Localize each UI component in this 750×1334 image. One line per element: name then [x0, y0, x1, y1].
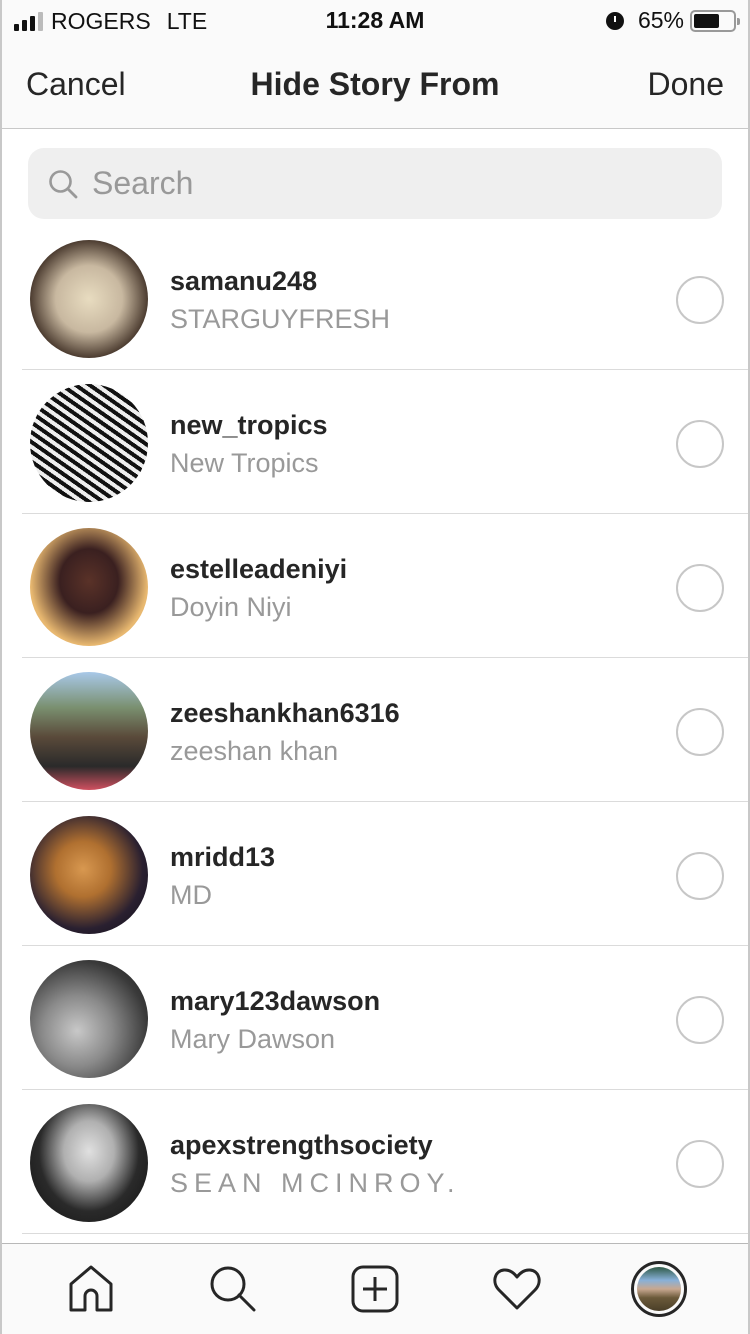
select-radio[interactable] [676, 564, 724, 612]
list-item[interactable]: samanu248 STARGUYFRESH [2, 226, 748, 370]
battery-percent: 65% [637, 7, 684, 33]
select-radio[interactable] [676, 996, 724, 1044]
username: mridd13 [170, 842, 276, 872]
done-button[interactable]: Done [648, 66, 725, 103]
search-icon [210, 1266, 256, 1312]
list-item[interactable]: mary123dawson Mary Dawson [2, 946, 748, 1090]
list-item[interactable]: new_tropics New Tropics [2, 370, 748, 514]
alarm-icon [605, 11, 624, 30]
search-input[interactable] [92, 165, 592, 202]
search-icon [49, 169, 78, 198]
username: zeeshankhan6316 [170, 698, 400, 728]
avatar [30, 240, 148, 358]
tab-new-post[interactable] [345, 1259, 405, 1319]
full-name: SEAN MCINROY. [170, 1168, 461, 1198]
full-name: Doyin Niyi [170, 592, 292, 622]
add-post-icon [351, 1265, 399, 1313]
avatar [30, 672, 148, 790]
avatar [30, 384, 148, 502]
avatar [30, 1104, 148, 1222]
tab-bar [2, 1243, 748, 1334]
page-title: Hide Story From [250, 66, 500, 102]
tab-activity[interactable] [487, 1259, 547, 1319]
username: samanu248 [170, 266, 318, 296]
list-item[interactable]: mridd13 MD [2, 802, 748, 946]
username: new_tropics [170, 410, 328, 440]
list-item[interactable]: estelleadeniyi Doyin Niyi [2, 514, 748, 658]
tab-profile[interactable] [629, 1259, 689, 1319]
avatar [30, 528, 148, 646]
select-radio[interactable] [676, 852, 724, 900]
full-name: Mary Dawson [170, 1024, 336, 1054]
nav-bar: Cancel Hide Story From Done [2, 40, 748, 129]
home-icon [69, 1265, 113, 1312]
list-item[interactable]: apexstrengthsociety SEAN MCINROY. [2, 1090, 748, 1234]
profile-avatar [631, 1261, 687, 1317]
select-radio[interactable] [676, 708, 724, 756]
tab-home[interactable] [61, 1259, 121, 1319]
battery-icon [690, 9, 740, 32]
full-name: zeeshan khan [170, 736, 339, 766]
username: estelleadeniyi [170, 554, 348, 584]
avatar [30, 816, 148, 934]
select-radio[interactable] [676, 276, 724, 324]
full-name: STARGUYFRESH [170, 304, 391, 334]
full-name: New Tropics [170, 448, 319, 478]
full-name: MD [170, 880, 212, 910]
search-bar[interactable] [28, 148, 722, 219]
select-radio[interactable] [676, 1140, 724, 1188]
select-radio[interactable] [676, 420, 724, 468]
tab-search[interactable] [203, 1259, 263, 1319]
username: mary123dawson [170, 986, 381, 1016]
avatar [30, 960, 148, 1078]
username: apexstrengthsociety [170, 1130, 433, 1160]
list-item[interactable]: zeeshankhan6316 zeeshan khan [2, 658, 748, 802]
status-bar: ROGERS LTE 11:28 AM 65% [2, 0, 748, 40]
heart-icon [493, 1268, 541, 1310]
user-list: samanu248 STARGUYFRESH new_tropics New T… [2, 226, 748, 1234]
